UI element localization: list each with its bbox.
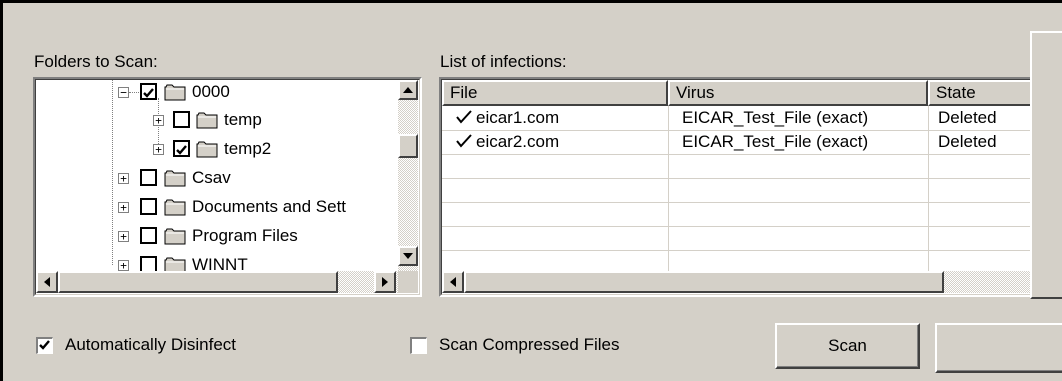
expand-icon[interactable]: + xyxy=(153,115,164,126)
cell-virus: EICAR_Test_File (exact) xyxy=(682,132,869,151)
tree-label: Csav xyxy=(192,168,231,187)
right-edge-panel xyxy=(1030,31,1062,299)
collapse-icon[interactable]: − xyxy=(118,87,129,98)
infections-list[interactable]: File Virus State eicar1.com EICAR_Test_F… xyxy=(439,77,1062,297)
scroll-thumb[interactable] xyxy=(58,271,338,293)
folder-icon xyxy=(164,170,186,187)
column-header-file[interactable]: File xyxy=(442,80,668,106)
column-header-virus[interactable]: Virus xyxy=(668,80,928,106)
scroll-right-button[interactable] xyxy=(374,271,396,293)
cell-virus: EICAR_Test_File (exact) xyxy=(682,108,869,127)
triangle-left-icon xyxy=(450,277,456,287)
triangle-down-icon xyxy=(403,253,413,259)
cell-file: eicar1.com xyxy=(476,108,560,127)
tree-checkbox-documents[interactable] xyxy=(140,198,157,215)
folder-icon xyxy=(164,199,186,216)
folders-to-scan-label: Folders to Scan: xyxy=(34,52,158,71)
auto-disinfect-label: Automatically Disinfect xyxy=(65,335,237,354)
checkmark-icon xyxy=(456,134,472,148)
tree-checkbox-temp2[interactable] xyxy=(173,140,190,157)
scroll-left-button[interactable] xyxy=(36,271,58,293)
list-of-infections-label: List of infections: xyxy=(440,52,567,71)
tree-checkbox-program-files[interactable] xyxy=(140,227,157,244)
checkmark-icon xyxy=(143,88,154,98)
scrollbar-corner xyxy=(398,271,418,293)
tree-label: Program Files xyxy=(192,226,298,245)
list-horizontal-scrollbar[interactable] xyxy=(442,271,1062,293)
scroll-down-button[interactable] xyxy=(398,246,418,266)
table-row[interactable]: eicar1.com EICAR_Test_File (exact) Delet… xyxy=(442,106,1062,130)
scroll-thumb[interactable] xyxy=(464,271,944,293)
folder-tree[interactable]: − 0000 + temp + temp2 + Csav + Documents… xyxy=(33,77,422,297)
expand-icon[interactable]: + xyxy=(118,173,129,184)
folder-icon xyxy=(196,112,218,129)
tree-checkbox-0000[interactable] xyxy=(140,83,157,100)
cell-file: eicar2.com xyxy=(476,132,560,151)
folder-icon xyxy=(196,141,218,158)
triangle-up-icon xyxy=(403,87,413,93)
checkmark-icon xyxy=(39,340,50,350)
auto-disinfect-checkbox[interactable] xyxy=(36,337,53,354)
folder-icon xyxy=(164,84,186,101)
scan-button[interactable]: Scan xyxy=(775,323,920,369)
scroll-left-button[interactable] xyxy=(442,271,464,293)
tree-label: 0000 xyxy=(192,82,230,101)
scan-compressed-label: Scan Compressed Files xyxy=(439,335,620,354)
tree-label: Documents and Sett xyxy=(192,197,347,216)
secondary-button[interactable] xyxy=(935,323,1062,373)
tree-checkbox-csav[interactable] xyxy=(140,169,157,186)
tree-label: temp xyxy=(224,110,262,129)
triangle-left-icon xyxy=(44,277,50,287)
scanner-window: Folders to Scan: − 0000 + temp + temp2 +… xyxy=(0,0,1062,381)
scan-compressed-checkbox[interactable] xyxy=(410,337,427,354)
expand-icon[interactable]: + xyxy=(118,260,129,271)
scroll-thumb[interactable] xyxy=(398,134,418,158)
checkmark-icon xyxy=(176,145,187,155)
folder-icon xyxy=(164,228,186,245)
triangle-right-icon xyxy=(382,277,388,287)
table-row[interactable]: eicar2.com EICAR_Test_File (exact) Delet… xyxy=(442,130,1062,154)
tree-label: temp2 xyxy=(224,139,272,158)
tree-checkbox-temp[interactable] xyxy=(173,111,190,128)
expand-icon[interactable]: + xyxy=(118,231,129,242)
expand-icon[interactable]: + xyxy=(118,202,129,213)
tree-vertical-scrollbar[interactable] xyxy=(398,80,418,271)
checkmark-icon xyxy=(456,110,472,124)
cell-state: Deleted xyxy=(938,132,997,151)
scroll-up-button[interactable] xyxy=(398,80,418,100)
cell-state: Deleted xyxy=(938,108,997,127)
tree-horizontal-scrollbar[interactable] xyxy=(36,271,398,293)
expand-icon[interactable]: + xyxy=(153,144,164,155)
